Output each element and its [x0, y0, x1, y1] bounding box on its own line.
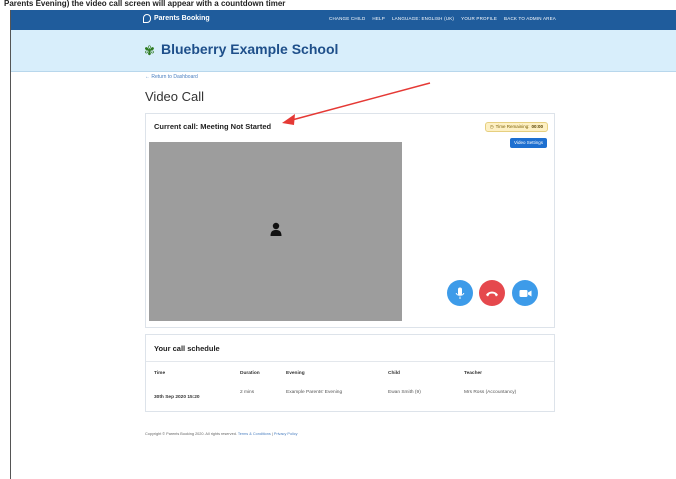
caption-text: Parents Evening) the video call screen w… [4, 0, 286, 8]
column-header-evening: Evening [286, 371, 305, 376]
time-remaining-label: Time Remaining: [495, 124, 530, 129]
microphone-icon [455, 287, 465, 299]
browser-frame: Parents Booking CHANGE CHILD HELP LANGUA… [10, 10, 676, 479]
person-icon [270, 222, 282, 236]
school-name: Blueberry Example School [161, 41, 339, 57]
page-title: Video Call [145, 89, 205, 104]
hang-up-button[interactable] [479, 280, 505, 306]
nav-help[interactable]: HELP [372, 16, 385, 21]
call-schedule-card: Your call schedule Time Duration Evening… [145, 334, 555, 412]
footer-terms-link[interactable]: Terms & Conditions [238, 432, 271, 436]
video-settings-button[interactable]: Video Settings [510, 138, 547, 148]
brand-icon [143, 14, 151, 23]
column-header-teacher: Teacher [464, 371, 483, 376]
microphone-button[interactable] [447, 280, 473, 306]
video-area [149, 142, 402, 321]
school-logo-icon: ✾ [144, 43, 155, 58]
top-nav-links: CHANGE CHILD HELP LANGUAGE: ENGLISH (UK)… [329, 16, 556, 21]
time-remaining-value: 00:00 [531, 124, 543, 129]
schedule-title: Your call schedule [154, 344, 220, 353]
row-child: Ewan Smith (9) [388, 390, 421, 395]
footer-privacy-link[interactable]: Privacy Policy [274, 432, 298, 436]
nav-your-profile[interactable]: YOUR PROFILE [461, 16, 497, 21]
nav-change-child[interactable]: CHANGE CHILD [329, 16, 365, 21]
return-to-dashboard-link[interactable]: ← Return to Dashboard [145, 74, 198, 80]
clock-icon: ◷ [489, 124, 494, 129]
hang-up-icon [486, 291, 498, 296]
top-navigation-bar: Parents Booking CHANGE CHILD HELP LANGUA… [11, 10, 676, 30]
brand-name: Parents Booking [154, 15, 210, 22]
column-header-time: Time [154, 371, 166, 376]
row-teacher: Mrs Ross (Accountancy) [464, 390, 517, 395]
video-call-card: Current call: Meeting Not Started ◷ Time… [145, 113, 555, 328]
column-header-duration: Duration [240, 371, 260, 376]
nav-language[interactable]: LANGUAGE: ENGLISH (UK) [392, 16, 454, 21]
footer-copyright: Copyright © Parents Booking 2020. All ri… [145, 432, 237, 436]
nav-back-to-admin[interactable]: BACK TO ADMIN AREA [504, 16, 556, 21]
schedule-divider [146, 361, 554, 362]
call-status-title: Current call: Meeting Not Started [154, 122, 272, 131]
camera-button[interactable] [512, 280, 538, 306]
time-remaining-badge: ◷ Time Remaining: 00:00 [484, 122, 548, 132]
footer: Copyright © Parents Booking 2020. All ri… [145, 432, 298, 436]
school-banner: ✾ Blueberry Example School [11, 30, 676, 72]
row-duration: 2 mins [240, 390, 255, 395]
row-time: 30th Sep 2020 15:20 [154, 395, 200, 400]
column-header-child: Child [388, 371, 400, 376]
brand-logo[interactable]: Parents Booking [143, 14, 210, 23]
row-evening: Example Parents' Evening [286, 390, 343, 395]
camera-icon [519, 289, 531, 297]
